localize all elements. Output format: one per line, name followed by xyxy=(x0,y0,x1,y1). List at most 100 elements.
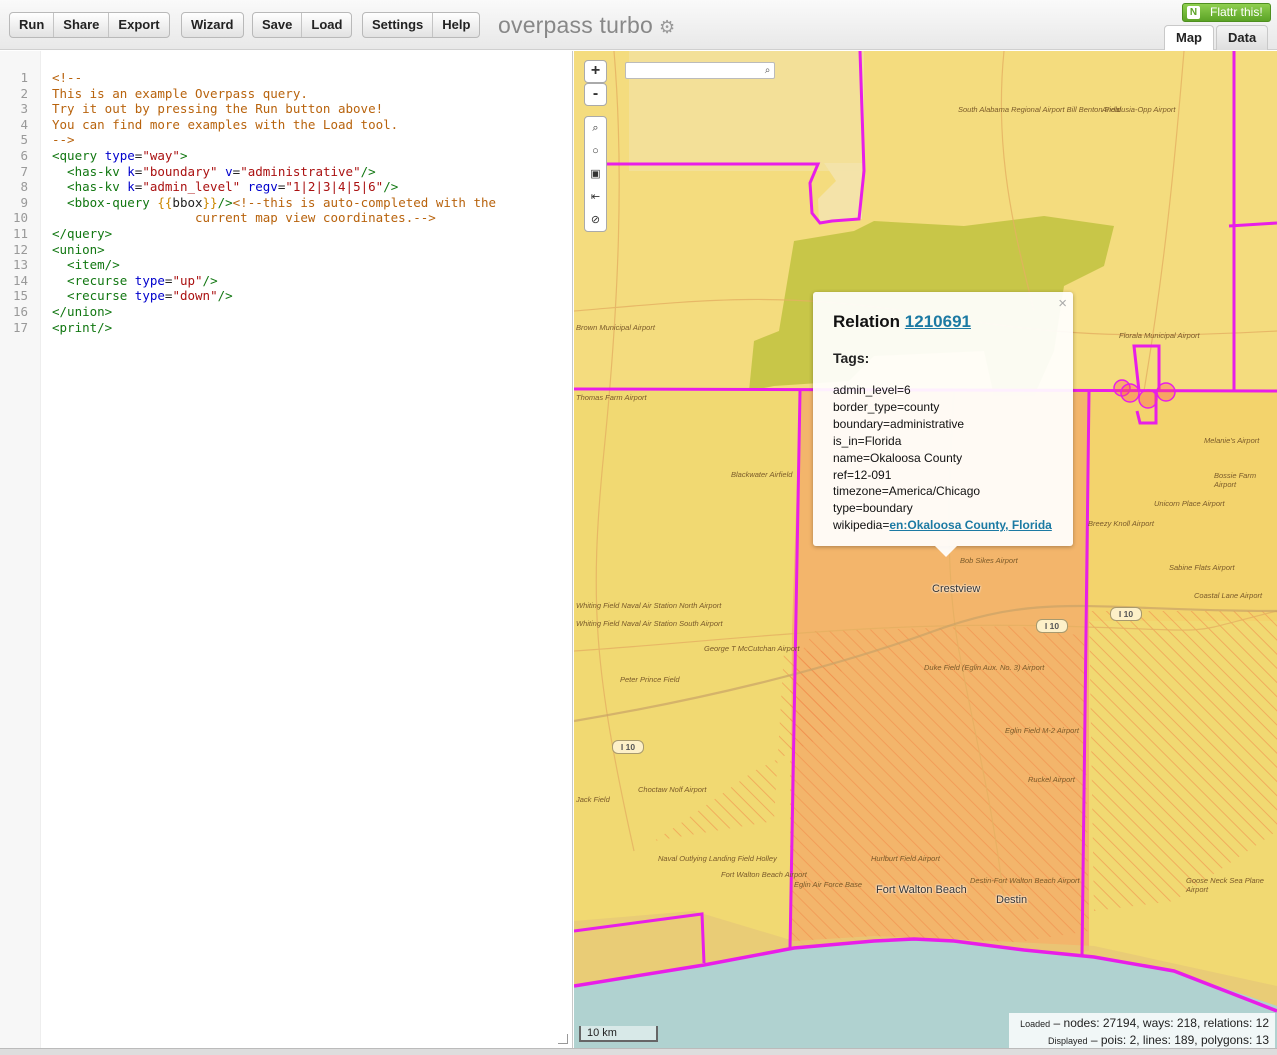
code-line[interactable]: <item/> xyxy=(52,257,120,273)
gear-icon[interactable]: ⚙ xyxy=(659,17,675,37)
search-icon[interactable]: ⌕ xyxy=(585,117,606,140)
line-number: 1 xyxy=(20,70,28,85)
code-line[interactable]: <has-kv k="boundary" v="administrative"/… xyxy=(52,164,376,180)
code-line[interactable]: <!-- xyxy=(52,70,82,86)
map-poi-label: Brown Municipal Airport xyxy=(576,323,655,332)
flattr-button[interactable]: N Flattr this! xyxy=(1182,3,1271,22)
toolbar: Run Share Export Wizard Save Load Settin… xyxy=(0,0,1277,50)
line-number: 4 xyxy=(20,116,28,132)
code-line[interactable]: </query> xyxy=(52,226,112,242)
code-line[interactable]: <has-kv k="admin_level" regv="1|2|3|4|5|… xyxy=(52,179,398,195)
stats-loaded-text: – nodes: 27194, ways: 218, relations: 12 xyxy=(1053,1016,1269,1030)
load-button[interactable]: Load xyxy=(301,13,351,37)
map-poi-label: Whiting Field Naval Air Station South Ai… xyxy=(576,619,723,628)
code-token: --> xyxy=(52,132,75,148)
map-view[interactable]: Crestview Fort Walton Beach Destin South… xyxy=(574,51,1277,1048)
code-line[interactable]: This is an example Overpass query. xyxy=(52,86,308,102)
line-number: 14 xyxy=(12,272,28,288)
code-token: <item/> xyxy=(52,257,120,273)
map-poi-label: Thomas Farm Airport xyxy=(576,393,647,402)
code-token: <print/> xyxy=(52,319,113,335)
stats-displayed-text: – pois: 2, lines: 189, polygons: 13 xyxy=(1090,1033,1269,1047)
map-poi-label: South Alabama Regional Airport Bill Bent… xyxy=(958,105,1121,114)
reset-icon[interactable]: ⊘ xyxy=(585,209,606,232)
code-line[interactable]: </union> xyxy=(52,304,112,320)
tab-map[interactable]: Map xyxy=(1164,25,1214,50)
map-poi-label: Breezy Knoll Airport xyxy=(1088,519,1154,528)
run-button[interactable]: Run xyxy=(10,13,53,37)
line-number: 3 xyxy=(20,101,28,117)
map-search-input[interactable] xyxy=(625,62,775,79)
line-number: 2 xyxy=(20,85,28,101)
export-button[interactable]: Export xyxy=(108,13,168,37)
tab-data[interactable]: Data xyxy=(1216,25,1269,50)
line-number: 10 xyxy=(12,210,28,226)
line-number: 7 xyxy=(20,163,28,179)
tag-row: border_type=county xyxy=(833,399,940,414)
map-poi-label: Eglin Air Force Base xyxy=(794,880,863,889)
resize-handle[interactable] xyxy=(558,1034,568,1044)
code-token: /> xyxy=(360,163,376,179)
fit-bounds-icon[interactable]: ⇤ xyxy=(585,186,606,209)
code-line[interactable]: --> xyxy=(52,132,75,148)
image-icon[interactable]: ▣ xyxy=(585,163,606,186)
app-title: overpass turbo xyxy=(498,12,653,38)
code-token: </union> xyxy=(52,304,113,319)
map-poi-label: George T McCutchan Airport xyxy=(704,644,800,653)
code-token: "way" xyxy=(142,148,180,163)
code-line[interactable]: <print/> xyxy=(52,320,112,336)
save-load-group: Save Load xyxy=(252,12,353,38)
wizard-button[interactable]: Wizard xyxy=(182,13,243,37)
share-button[interactable]: Share xyxy=(53,13,108,37)
code-token: "1|2|3|4|5|6" xyxy=(285,179,384,195)
help-button[interactable]: Help xyxy=(432,13,479,37)
line-number: 5 xyxy=(20,132,28,148)
map-label-crestview: Crestview xyxy=(932,583,981,595)
code-line[interactable]: <union> xyxy=(52,242,105,258)
map-poi-label: Fort Walton Beach Airport xyxy=(721,870,807,879)
code-token: type xyxy=(104,148,135,163)
map-poi-label: Coastal Lane Airport xyxy=(1194,591,1263,600)
code-token: </query> xyxy=(52,226,113,241)
relation-popup: × Relation 1210691 Tags: admin_level=6 b… xyxy=(813,292,1073,546)
line-number: 15 xyxy=(12,288,28,304)
code-token: k xyxy=(127,163,135,179)
code-token: type xyxy=(134,272,165,288)
map-poi-label: Goose Neck Sea Plane Airport xyxy=(1186,876,1264,894)
map-poi-label: Destin-Fort Walton Beach Airport xyxy=(970,876,1080,885)
zoom-in-button[interactable]: + xyxy=(584,60,607,83)
code-editor[interactable]: 1 2 3 4 5 6 7 8 9 10 11 12 13 14 15 16 17 <!-- This is an… xyxy=(0,51,573,1048)
line-number: 13 xyxy=(12,257,28,273)
line-number: 8 xyxy=(20,179,28,195)
code-line[interactable]: <bbox-query {{bbox}}/><!--this is auto-c… xyxy=(52,195,496,211)
map-poi-label: Andalusia-Opp Airport xyxy=(1102,105,1176,114)
code-token: Try it out by pressing the Run button ab… xyxy=(52,101,384,117)
code-line[interactable]: You can find more examples with the Load… xyxy=(52,117,398,133)
tag-row-wikipedia: wikipedia=en:Okaloosa County, Florida xyxy=(833,517,1052,534)
code-line[interactable]: <recurse type="up"/> xyxy=(52,273,218,289)
map-poi-label: Hurlburt Field Airport xyxy=(871,854,940,863)
highway-shield-i10: I 10 xyxy=(1110,607,1142,621)
close-icon[interactable]: × xyxy=(1058,295,1067,312)
save-button[interactable]: Save xyxy=(253,13,301,37)
wikipedia-link[interactable]: en:Okaloosa County, Florida xyxy=(889,518,1051,532)
code-token: k xyxy=(127,179,135,195)
code-line[interactable]: <recurse type="down"/> xyxy=(52,288,233,304)
search-icon[interactable]: ⌕ xyxy=(760,63,775,78)
code-line[interactable]: current map view coordinates.--> xyxy=(52,210,436,226)
line-number-gutter: 1 2 3 4 5 6 7 8 9 10 11 12 13 14 15 16 17 xyxy=(0,51,41,1048)
line-number: 9 xyxy=(20,194,28,210)
zoom-out-button[interactable]: - xyxy=(584,83,607,106)
code-line[interactable]: <query type="way"> xyxy=(52,148,188,164)
map-poi-label: Jack Field xyxy=(576,795,610,804)
code-token: type xyxy=(134,288,165,304)
code-token: > xyxy=(179,148,188,163)
locate-icon[interactable]: ○ xyxy=(585,140,606,163)
popup-tags-label: Tags: xyxy=(833,350,870,366)
code-line[interactable]: Try it out by pressing the Run button ab… xyxy=(52,101,383,117)
settings-button[interactable]: Settings xyxy=(363,13,432,37)
relation-id-link[interactable]: 1210691 xyxy=(905,312,971,331)
map-poi-label: Melanie's Airport xyxy=(1204,436,1260,445)
map-poi-label: Duke Field (Eglin Aux. No. 3) Airport xyxy=(924,663,1045,672)
code-token: "up" xyxy=(172,272,203,288)
